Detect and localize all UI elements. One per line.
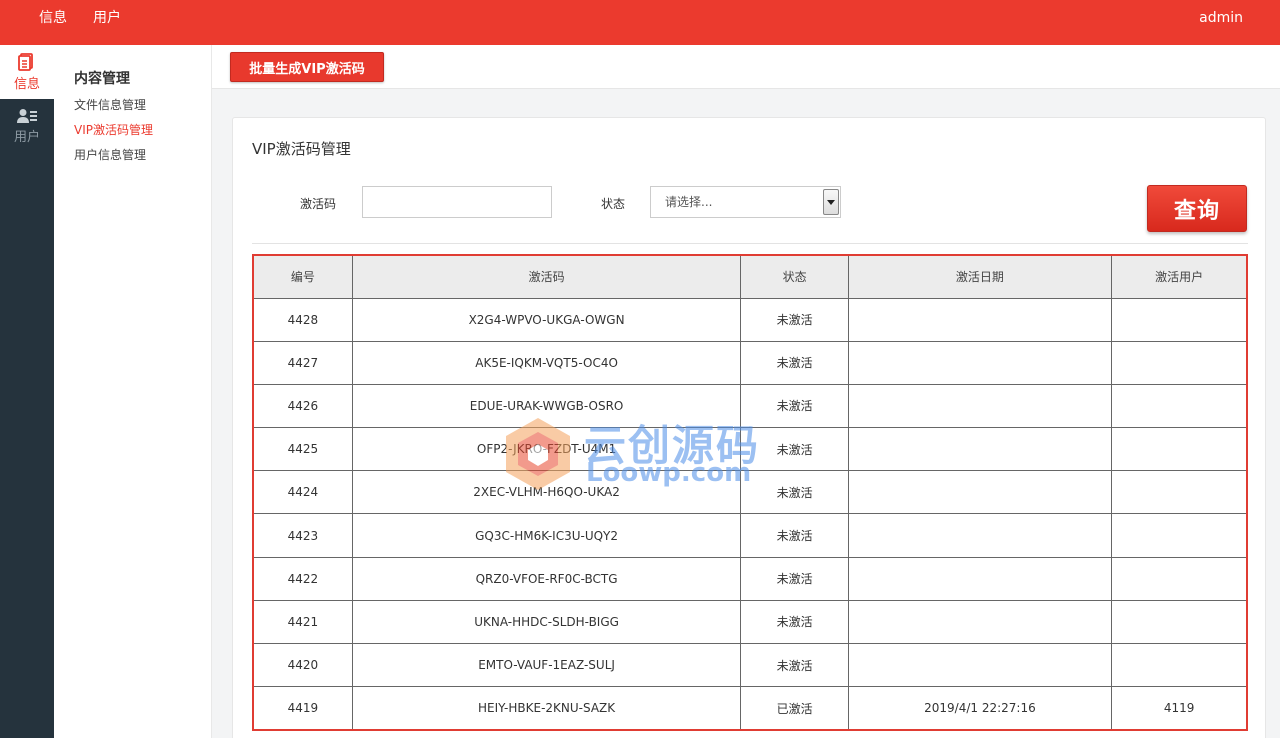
action-strip: 批量生成VIP激活码 [212,45,1280,89]
cell-user [1111,470,1248,515]
submenu-item-user-info[interactable]: 用户信息管理 [74,146,146,163]
user-list-icon [17,108,37,123]
table-row: 4423 GQ3C-HM6K-IC3U-UQY2 未激活 [252,513,1248,558]
table-row: 4419 HEIY-HBKE-2KNU-SAZK 已激活 2019/4/1 22:27… [252,686,1248,731]
rail-label-user: 用户 [13,129,40,145]
cell-id: 4424 [252,470,353,515]
cell-status: 未激活 [740,340,849,385]
triangle-down-icon [827,199,835,205]
table-row: 4422 QRZ0-VFOE-RF0C-BCTG 未激活 [252,556,1248,601]
status-filter-value: 请选择... [665,195,713,209]
table-row: 4424 2XEC-VLHM-H6QO-UKA2 未激活 [252,470,1248,515]
col-header-code: 激活码 [351,254,742,299]
cell-status: 未激活 [740,297,849,342]
cell-date [847,470,1113,515]
cell-status: 未激活 [740,599,849,645]
cell-id: 4427 [252,340,353,385]
cell-user [1111,642,1248,688]
cell-code: OFP2-JKRO-FZDT-U4M1 [351,427,742,472]
code-filter-label: 激活码 [300,197,337,211]
top-nav-info[interactable]: 信息 [26,0,80,36]
top-nav-user[interactable]: 用户 [80,0,134,36]
cell-date: 2019/4/1 22:27:16 [847,686,1113,731]
cell-code: EDUE-URAK-WWGB-OSRO [351,383,742,429]
cell-code: GQ3C-HM6K-IC3U-UQY2 [351,513,742,558]
cell-status: 未激活 [740,513,849,558]
cell-id: 4419 [252,686,353,731]
cell-date [847,383,1113,429]
submenu-item-vip-codes[interactable]: VIP激活码管理 [74,121,153,138]
vip-code-table: 编号 激活码 状态 激活日期 激活用户 4428 X2G4-WPVO-UKGA-O… [252,254,1248,731]
rail-label-info: 信息 [13,76,40,92]
cell-status: 未激活 [740,470,849,515]
table-row: 4421 UKNA-HHDC-SLDH-BIGG 未激活 [252,599,1248,645]
cell-code: X2G4-WPVO-UKGA-OWGN [351,297,742,342]
cell-id: 4422 [252,556,353,601]
status-filter-select[interactable]: 请选择... [650,186,841,218]
cell-status: 未激活 [740,427,849,472]
table-header-row: 编号 激活码 状态 激活日期 激活用户 [252,254,1248,299]
cell-id: 4423 [252,513,353,558]
table-row: 4426 EDUE-URAK-WWGB-OSRO 未激活 [252,383,1248,429]
cell-code: HEIY-HBKE-2KNU-SAZK [351,686,742,731]
top-nav: 信息 用户 [26,0,134,36]
cell-status: 已激活 [740,686,849,731]
cell-id: 4428 [252,297,353,342]
cell-date [847,427,1113,472]
submenu-item-file-info[interactable]: 文件信息管理 [74,96,146,113]
cell-code: 2XEC-VLHM-H6QO-UKA2 [351,470,742,515]
select-dropdown-button[interactable] [823,189,839,215]
cell-user: 4119 [1111,686,1248,731]
filter-divider [252,243,1248,244]
rail-item-user[interactable]: 用户 [0,99,54,153]
top-navbar: 信息 用户 admin [0,0,1280,45]
rail-item-info[interactable]: 信息 [0,45,54,99]
cell-date [847,599,1113,645]
col-header-status: 状态 [740,254,849,299]
batch-generate-button[interactable]: 批量生成VIP激活码 [230,52,384,82]
vip-code-panel: VIP激活码管理 激活码 状态 请选择... 查询 编号 激活码 状态 激活日期… [232,117,1266,738]
code-filter-input[interactable] [362,186,552,218]
table-row: 4427 AK5E-IQKM-VQT5-OC4O 未激活 [252,340,1248,385]
col-header-date: 激活日期 [847,254,1113,299]
cell-code: QRZ0-VFOE-RF0C-BCTG [351,556,742,601]
status-filter-label: 状态 [601,197,626,211]
table-row: 4420 EMTO-VAUF-1EAZ-SULJ 未激活 [252,642,1248,688]
submenu: 内容管理 文件信息管理 VIP激活码管理 用户信息管理 [54,45,212,738]
cell-date [847,297,1113,342]
table-row: 4425 OFP2-JKRO-FZDT-U4M1 未激活 [252,427,1248,472]
cell-date [847,556,1113,601]
cell-user [1111,427,1248,472]
query-button[interactable]: 查询 [1147,185,1247,232]
cell-id: 4425 [252,427,353,472]
current-user[interactable]: admin [1199,0,1243,36]
cell-status: 未激活 [740,642,849,688]
icon-rail: 信息 用户 [0,45,54,738]
col-header-user: 激活用户 [1111,254,1248,299]
cell-user [1111,556,1248,601]
panel-title: VIP激活码管理 [252,140,351,158]
cell-user [1111,599,1248,645]
cell-code: EMTO-VAUF-1EAZ-SULJ [351,642,742,688]
table-row: 4428 X2G4-WPVO-UKGA-OWGN 未激活 [252,297,1248,342]
cell-code: AK5E-IQKM-VQT5-OC4O [351,340,742,385]
cell-status: 未激活 [740,556,849,601]
cell-date [847,513,1113,558]
col-header-id: 编号 [252,254,353,299]
cell-date [847,642,1113,688]
cell-id: 4421 [252,599,353,645]
submenu-group-title: 内容管理 [74,71,130,87]
cell-id: 4420 [252,642,353,688]
cell-user [1111,513,1248,558]
cell-user [1111,383,1248,429]
table-body: 4428 X2G4-WPVO-UKGA-OWGN 未激活 4427 AK5E-IQKM… [252,297,1248,731]
cell-status: 未激活 [740,383,849,429]
document-icon [18,52,33,71]
cell-id: 4426 [252,383,353,429]
cell-user [1111,340,1248,385]
cell-code: UKNA-HHDC-SLDH-BIGG [351,599,742,645]
cell-date [847,340,1113,385]
cell-user [1111,297,1248,342]
